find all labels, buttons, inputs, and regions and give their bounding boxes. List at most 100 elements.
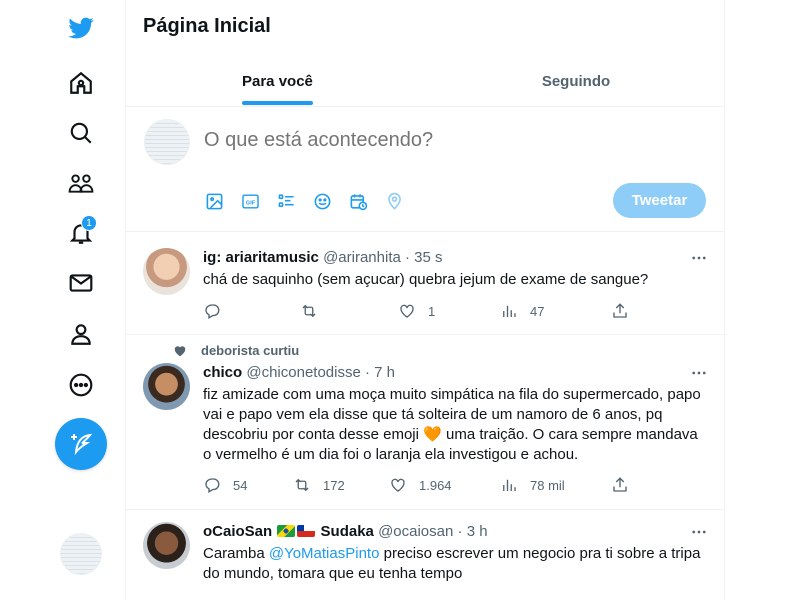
retweet-icon — [302, 304, 316, 318]
schedule-button[interactable] — [348, 191, 368, 211]
gif-icon: GIF — [241, 193, 259, 209]
messages-envelope-icon — [69, 274, 93, 292]
search-icon — [70, 122, 92, 144]
feather-plus-icon — [71, 433, 93, 456]
more-horizontal-icon — [692, 371, 706, 375]
home-icon — [70, 71, 92, 94]
tweet-header: chico @chiconetodisse · 7 h — [203, 363, 710, 383]
tweet-text: fiz amizade com uma moça muito simpática… — [203, 385, 710, 465]
like-button[interactable]: 1.964 — [389, 476, 452, 494]
author-name[interactable]: oCaioSan Sudaka — [203, 523, 374, 540]
communities-icon — [68, 174, 94, 193]
like-button[interactable]: 1 — [398, 302, 435, 320]
page-title: Página Inicial — [143, 15, 271, 37]
location-icon — [387, 192, 401, 210]
heart-icon — [391, 478, 405, 492]
tweet-actions: 1 47 — [203, 302, 627, 324]
reply-button[interactable] — [203, 302, 233, 320]
poll-icon — [278, 193, 294, 207]
author-handle[interactable]: @ocaiosan — [378, 523, 453, 540]
retweet-button[interactable]: 172 — [293, 476, 345, 494]
nav-messages[interactable] — [56, 262, 106, 304]
nav-home[interactable] — [56, 62, 106, 104]
mention-link[interactable]: @YoMatiasPinto — [269, 545, 380, 562]
chile-flag-icon — [297, 525, 316, 537]
tweet-time[interactable]: 7 h — [374, 364, 395, 381]
compose-tweet-button[interactable] — [55, 418, 107, 470]
nav-profile[interactable] — [56, 313, 106, 355]
avatar[interactable] — [143, 248, 190, 295]
like-count: 1 — [428, 303, 436, 319]
tweet-text: Caramba @YoMatiasPinto preciso escrever … — [203, 544, 710, 584]
add-emoji-button[interactable] — [312, 191, 332, 211]
nav-notifications[interactable]: 1 — [56, 212, 106, 254]
tweet-item[interactable]: oCaioSan Sudaka @ocaiosan · 3 h Caramba … — [126, 510, 724, 600]
notification-badge: 1 — [81, 215, 97, 231]
views-chart-icon — [503, 305, 516, 317]
tweet-content: ig: ariaritamusic @ariranhita · 35 s chá… — [203, 248, 710, 290]
view-count: 78 mil — [530, 477, 565, 493]
author-name[interactable]: chico — [203, 364, 242, 381]
tweet-input[interactable] — [204, 129, 684, 152]
retweet-count: 172 — [323, 477, 345, 493]
add-location-button[interactable] — [384, 191, 404, 211]
add-gif-button[interactable]: GIF — [240, 191, 260, 211]
reply-button[interactable]: 54 — [203, 476, 247, 494]
tweet-actions: 54 172 1.964 78 mil — [203, 476, 627, 498]
views-chart-icon — [503, 479, 516, 491]
author-handle[interactable]: @ariranhita — [323, 249, 401, 266]
share-button[interactable] — [611, 476, 629, 494]
brazil-flag-icon — [277, 525, 296, 537]
tweet-more-button[interactable] — [688, 248, 710, 268]
like-count: 1.964 — [419, 477, 452, 493]
social-context-text[interactable]: deborista curtiu — [201, 343, 299, 358]
emoji-icon — [314, 193, 330, 209]
timeline-column: Página Inicial Para você Seguindo GIF — [125, 0, 725, 600]
nav-communities[interactable] — [56, 162, 106, 204]
separator-dot: · — [365, 364, 370, 381]
tab-for-you[interactable]: Para você — [126, 56, 426, 106]
avatar[interactable] — [143, 363, 190, 410]
retweet-button[interactable] — [300, 302, 330, 320]
view-count: 47 — [530, 303, 545, 319]
tweet-header: ig: ariaritamusic @ariranhita · 35 s — [203, 248, 710, 268]
tweet-content: oCaioSan Sudaka @ocaiosan · 3 h Caramba … — [203, 522, 710, 584]
views-button[interactable]: 78 mil — [500, 476, 565, 494]
active-tab-indicator — [242, 101, 313, 105]
tweet-more-button[interactable] — [688, 363, 710, 383]
reply-icon — [205, 304, 220, 319]
heart-filled-icon — [174, 345, 186, 356]
views-button[interactable]: 47 — [500, 302, 544, 320]
sidebar-nav: 1 — [0, 0, 125, 600]
heart-icon — [400, 304, 414, 318]
tab-following[interactable]: Seguindo — [426, 56, 724, 106]
tweet-composer: GIF Tweetar — [126, 107, 724, 232]
tweet-item[interactable]: deborista curtiu chico @chiconetodisse ·… — [126, 335, 724, 510]
avatar[interactable] — [143, 522, 190, 569]
separator-dot: · — [457, 523, 463, 540]
timeline-tabs: Para você Seguindo — [126, 56, 724, 107]
nav-more[interactable] — [56, 364, 106, 406]
author-name-suffix: Sudaka — [320, 523, 374, 540]
share-icon — [613, 477, 627, 492]
retweet-icon — [295, 478, 309, 492]
tweet-button[interactable]: Tweetar — [613, 183, 706, 218]
reply-count: 54 — [233, 477, 248, 493]
author-name-prefix: oCaioSan — [203, 523, 273, 540]
tweet-item[interactable]: ig: ariaritamusic @ariranhita · 35 s chá… — [126, 232, 724, 335]
twitter-logo[interactable] — [56, 6, 106, 48]
tweet-more-button[interactable] — [688, 522, 710, 542]
profile-icon — [71, 324, 91, 345]
author-handle[interactable]: @chiconetodisse — [246, 364, 360, 381]
tweet-time[interactable]: 3 h — [467, 523, 488, 540]
share-button[interactable] — [611, 302, 629, 320]
account-avatar[interactable] — [60, 533, 102, 575]
add-poll-button[interactable] — [276, 191, 296, 211]
tweet-time[interactable]: 35 s — [414, 249, 442, 266]
add-media-button[interactable] — [204, 191, 224, 211]
tweet-content: chico @chiconetodisse · 7 h fiz amizade … — [203, 363, 710, 465]
nav-explore[interactable] — [56, 112, 106, 154]
composer-toolbar: GIF — [204, 191, 404, 211]
author-name[interactable]: ig: ariaritamusic — [203, 249, 319, 266]
more-horizontal-icon — [692, 256, 706, 260]
